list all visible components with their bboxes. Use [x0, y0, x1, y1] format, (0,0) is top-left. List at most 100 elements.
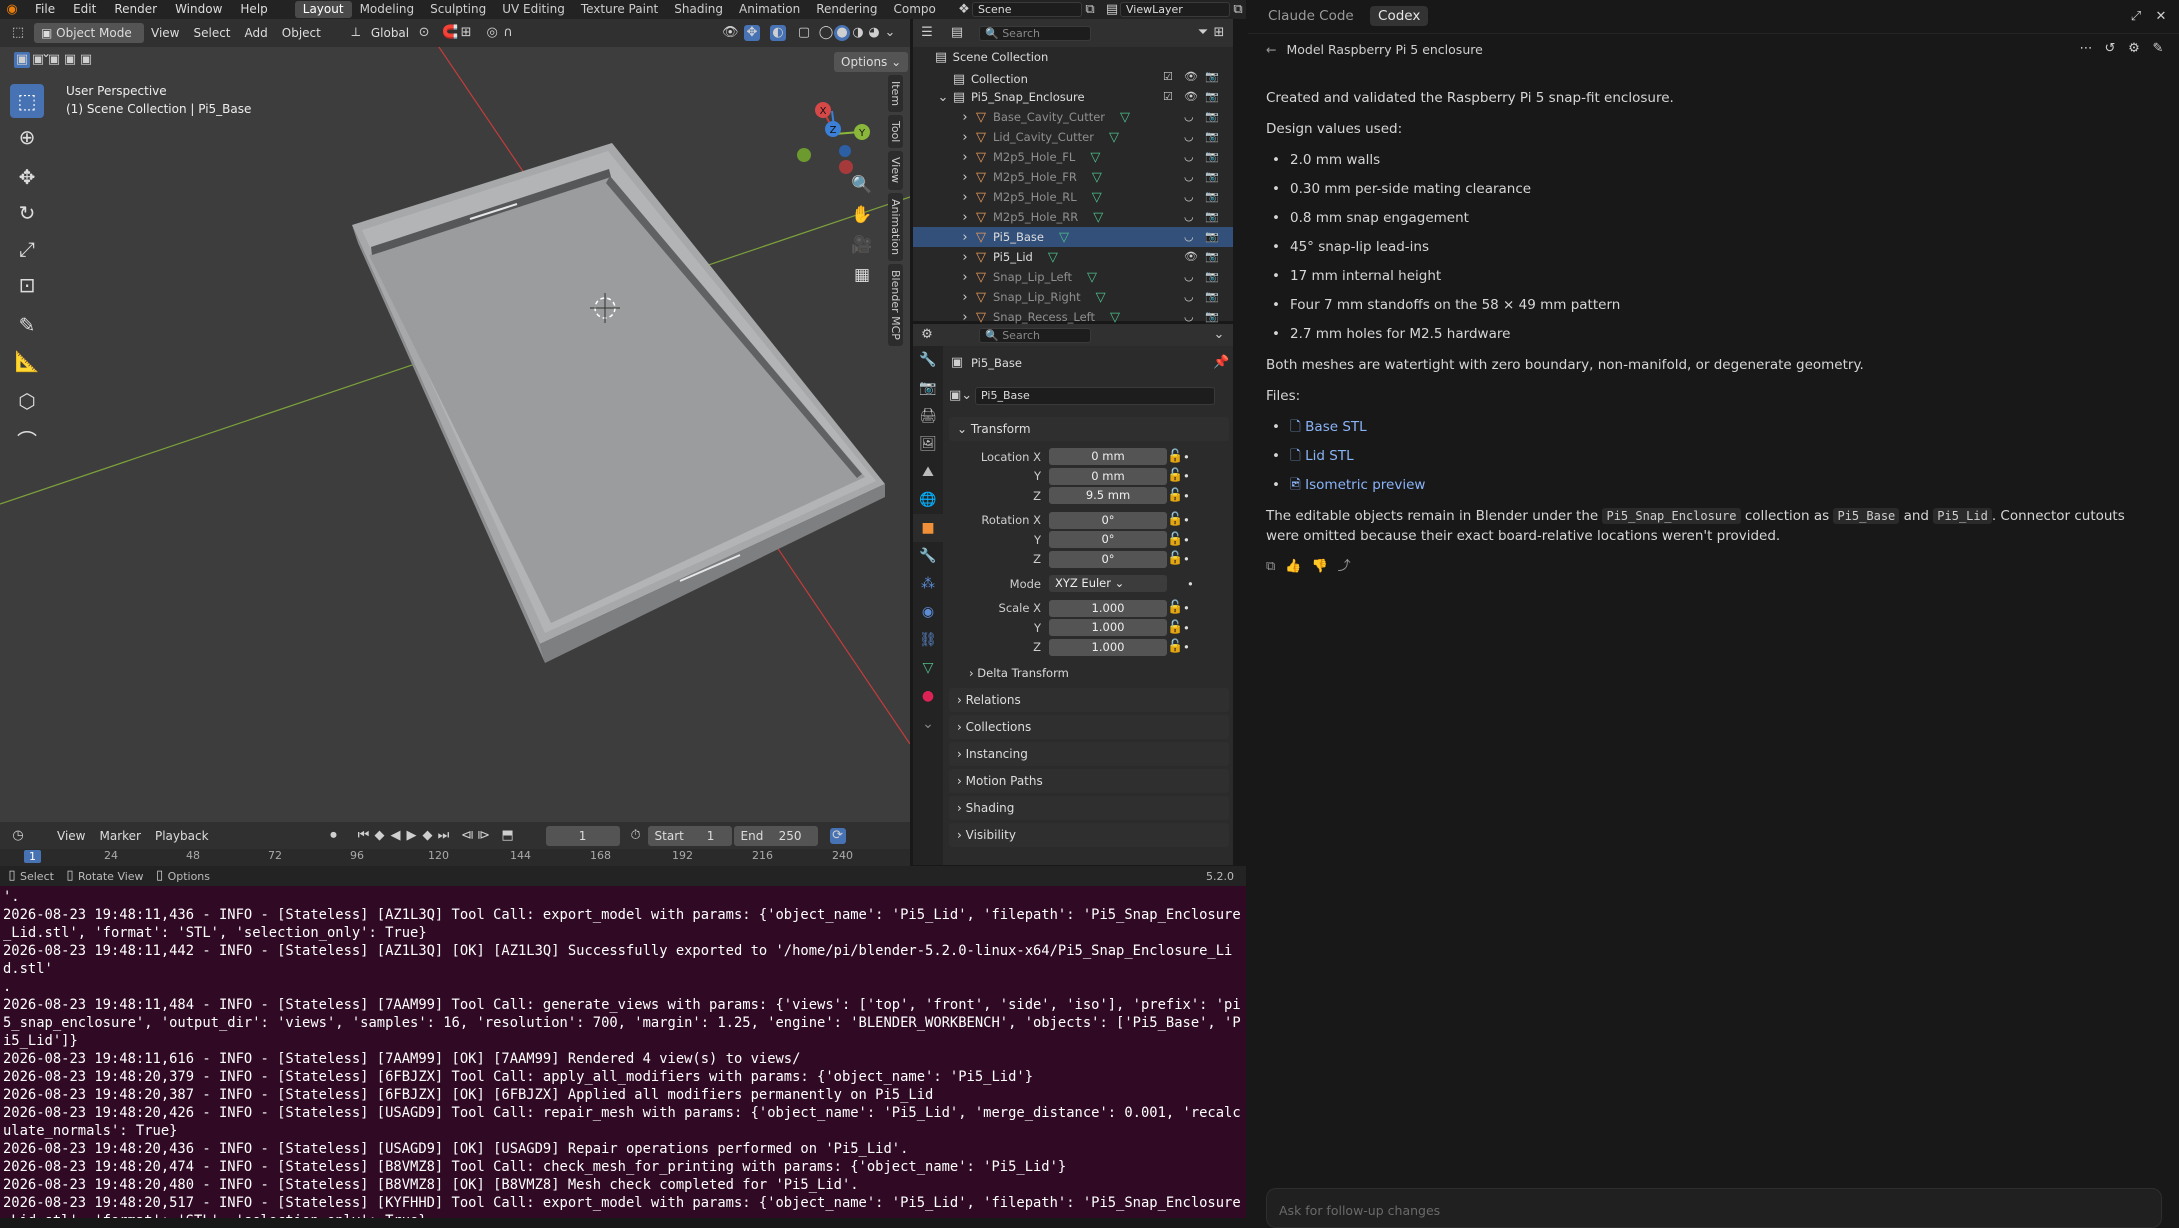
- render-camera-icon[interactable]: 📷: [1205, 127, 1219, 147]
- keyframe-dot-icon[interactable]: •: [1183, 469, 1190, 483]
- sidebar-tab-blender-mcp[interactable]: Blender MCP: [888, 263, 903, 346]
- outliner-row[interactable]: › ▽ Pi5_Lid ▽ 👁 📷: [913, 247, 1233, 267]
- play-icon[interactable]: ▶: [404, 828, 420, 844]
- eye-closed-icon[interactable]: ◡: [1184, 187, 1194, 207]
- menu-render[interactable]: Render: [105, 0, 166, 19]
- texture-tab-icon[interactable]: ⌄: [913, 710, 943, 738]
- render-camera-icon[interactable]: 📷: [1205, 167, 1219, 187]
- rotation-z-field[interactable]: 0°: [1049, 550, 1167, 568]
- eye-closed-icon[interactable]: ◡: [1184, 267, 1194, 287]
- more-options-icon[interactable]: ⋯: [2078, 41, 2094, 57]
- viewlayer-selector[interactable]: ViewLayer: [1120, 2, 1230, 17]
- scale-z-field[interactable]: 1.000: [1049, 638, 1167, 656]
- mesh-data-icon[interactable]: ▽: [1106, 130, 1122, 146]
- scene-selector[interactable]: Scene: [972, 2, 1082, 17]
- keyframe-dot-icon[interactable]: •: [1187, 577, 1194, 591]
- outliner-row[interactable]: › ▽ M2p5_Hole_RR ▽ ◡ 📷: [913, 207, 1233, 227]
- jump-end-icon[interactable]: ⏭: [436, 828, 452, 844]
- expand-chevron-icon[interactable]: ›: [957, 170, 973, 186]
- transform-orientation-dropdown[interactable]: Global: [364, 23, 416, 43]
- filter-icon[interactable]: ⏷: [1195, 25, 1211, 41]
- expand-chevron-icon[interactable]: ›: [957, 210, 973, 226]
- exclude-checkbox-icon[interactable]: ☑: [1163, 87, 1173, 107]
- modifier-tab-icon[interactable]: 🔧: [913, 542, 943, 570]
- select-new-icon[interactable]: ▣: [14, 52, 30, 68]
- file-link-isometric-preview[interactable]: Isometric preview: [1305, 477, 1425, 493]
- lock-icon[interactable]: 🔓: [1167, 639, 1183, 655]
- snap-icon[interactable]: 🧲: [442, 25, 458, 41]
- share-icon[interactable]: ⤴: [1338, 557, 1351, 577]
- shading-solid-icon[interactable]: ●: [834, 25, 850, 41]
- curve-tool-icon[interactable]: ⌒: [10, 424, 44, 458]
- snap-target-icon[interactable]: ⊞: [458, 25, 474, 41]
- outliner-row[interactable]: › ▽ Pi5_Base ▽ ◡ 📷: [913, 227, 1233, 247]
- workspace-tab-compositing[interactable]: Compo: [885, 1, 943, 18]
- tab-claude-code[interactable]: Claude Code: [1260, 6, 1362, 26]
- select-box-tool-icon[interactable]: ⬚: [10, 84, 44, 118]
- eye-closed-icon[interactable]: ◡: [1184, 107, 1194, 127]
- keyframe-dot-icon[interactable]: •: [1183, 450, 1190, 464]
- panel-header-visibility[interactable]: › Visibility: [949, 823, 1229, 847]
- workspace-tab-layout[interactable]: Layout: [294, 1, 352, 18]
- perspective-grid-icon[interactable]: ▦: [850, 265, 874, 291]
- expand-chevron-icon[interactable]: ›: [957, 190, 973, 206]
- mesh-data-icon[interactable]: ▽: [1090, 210, 1106, 226]
- keyframe-dot-icon[interactable]: •: [1183, 621, 1190, 635]
- thumbs-down-icon[interactable]: 👎: [1311, 557, 1327, 577]
- preview-range-icon[interactable]: ⏱: [628, 828, 644, 844]
- shading-wireframe-icon[interactable]: ◯: [818, 25, 834, 41]
- shading-material-icon[interactable]: ◑: [850, 25, 866, 41]
- rotation-mode-dropdown[interactable]: XYZ Euler ⌄: [1049, 575, 1167, 593]
- workspace-tab-rendering[interactable]: Rendering: [808, 1, 885, 18]
- mesh-data-icon[interactable]: ▽: [1089, 170, 1105, 186]
- keying-set-icon[interactable]: ⬒: [500, 828, 516, 844]
- select-intersect-icon[interactable]: ▣: [78, 52, 94, 68]
- output-tab-icon[interactable]: 🖨: [913, 402, 943, 430]
- lock-icon[interactable]: 🔓: [1167, 468, 1183, 484]
- panel-header-instancing[interactable]: › Instancing: [949, 742, 1229, 766]
- settings-icon[interactable]: ⚙: [2126, 41, 2142, 57]
- viewport-menu-add[interactable]: Add: [238, 23, 275, 43]
- outliner-row[interactable]: › ▽ Snap_Lip_Left ▽ ◡ 📷: [913, 267, 1233, 287]
- scale-tool-icon[interactable]: ⤢: [10, 232, 44, 266]
- mesh-data-icon[interactable]: ▽: [1045, 250, 1061, 266]
- eye-icon[interactable]: 👁: [1184, 87, 1198, 107]
- outliner-row[interactable]: › ▽ Lid_Cavity_Cutter ▽ ◡ 📷: [913, 127, 1233, 147]
- mesh-data-icon[interactable]: ▽: [1089, 190, 1105, 206]
- render-camera-icon[interactable]: 📷: [1205, 287, 1219, 307]
- viewport-menu-select[interactable]: Select: [186, 23, 237, 43]
- render-camera-icon[interactable]: 📷: [1205, 247, 1219, 267]
- menu-edit[interactable]: Edit: [64, 0, 105, 19]
- frame-cursor[interactable]: 1: [24, 850, 41, 863]
- viewport-menu-object[interactable]: Object: [275, 23, 328, 43]
- eye-closed-icon[interactable]: ◡: [1184, 287, 1194, 307]
- outliner-search-input[interactable]: 🔍 Search: [979, 25, 1091, 41]
- material-tab-icon[interactable]: ●: [913, 682, 943, 710]
- sidebar-tab-animation[interactable]: Animation: [888, 192, 903, 261]
- camera-view-icon[interactable]: 🎥: [850, 235, 874, 261]
- workspace-tab-modeling[interactable]: Modeling: [352, 1, 423, 18]
- lock-icon[interactable]: 🔓: [1167, 488, 1183, 504]
- keyframe-prev-icon[interactable]: ⧏: [460, 828, 476, 844]
- visibility-icon[interactable]: 👁: [722, 25, 739, 41]
- render-camera-icon[interactable]: 📷: [1205, 187, 1219, 207]
- expand-chevron-icon[interactable]: ›: [957, 110, 973, 126]
- data-tab-icon[interactable]: ▽: [913, 654, 943, 682]
- location-x-field[interactable]: 0 mm: [1049, 448, 1167, 466]
- outliner-row-scene-collection[interactable]: ▤ Scene Collection: [913, 47, 1233, 67]
- eye-closed-icon[interactable]: ◡: [1184, 147, 1194, 167]
- close-icon[interactable]: ✕: [2153, 9, 2169, 25]
- sidebar-tab-view[interactable]: View: [888, 151, 903, 190]
- measure-tool-icon[interactable]: 📐: [10, 344, 44, 378]
- properties-search-input[interactable]: 🔍 Search: [979, 327, 1091, 343]
- timeline-menu-view[interactable]: View: [50, 826, 92, 846]
- new-thread-icon[interactable]: ✎: [2150, 41, 2166, 57]
- lock-icon[interactable]: 🔓: [1167, 600, 1183, 616]
- render-camera-icon[interactable]: 📷: [1205, 67, 1219, 87]
- keyframe-dot-icon[interactable]: •: [1183, 513, 1190, 527]
- shading-rendered-icon[interactable]: ◕: [866, 25, 882, 41]
- gizmo-toggle-icon[interactable]: ✥: [744, 25, 760, 41]
- outliner-row[interactable]: › ▽ Base_Cavity_Cutter ▽ ◡ 📷: [913, 107, 1233, 127]
- pin-icon[interactable]: 📌: [1213, 355, 1229, 371]
- frame-start-field[interactable]: Start 1: [647, 825, 732, 846]
